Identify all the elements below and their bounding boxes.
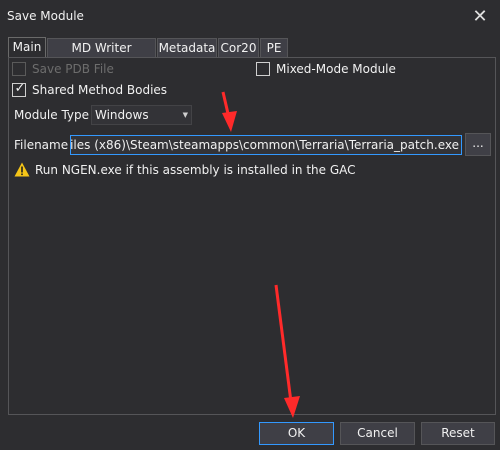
shared-method-bodies-checkbox[interactable]: ✓ (12, 81, 26, 97)
title-bar: Save Module ✕ (0, 0, 500, 32)
ok-button-label: OK (287, 426, 306, 440)
tab-pe[interactable]: PE (260, 38, 288, 57)
tab-main[interactable]: Main (8, 37, 46, 58)
module-type-label: Module Type (14, 108, 90, 122)
filename-input[interactable]: C:\Program Files (x86)\Steam\steamapps\c… (70, 135, 462, 155)
mixed-mode-label: Mixed-Mode Module (276, 62, 396, 76)
filename-label: Filename (14, 138, 69, 152)
module-type-select[interactable]: Windows ▼ (91, 105, 192, 125)
checkmark-icon: ✓ (14, 81, 26, 96)
reset-button[interactable]: Reset (421, 422, 495, 445)
filename-value: C:\Program Files (x86)\Steam\steamapps\c… (70, 138, 459, 152)
shared-method-bodies-label: Shared Method Bodies (32, 83, 168, 97)
save-pdb-label: Save PDB File (32, 62, 114, 76)
tab-md-writer-options[interactable]: MD Writer Options (47, 38, 156, 73)
module-type-value: Windows (95, 108, 149, 122)
tab-metadata[interactable]: Metadata (157, 38, 217, 57)
window-title: Save Module (7, 9, 84, 23)
ok-button[interactable]: OK (259, 422, 334, 445)
reset-button-label: Reset (441, 426, 475, 440)
browse-button[interactable]: ... (465, 133, 491, 156)
tab-cor20[interactable]: Cor20 (218, 38, 259, 57)
warning-text: Run NGEN.exe if this assembly is install… (35, 163, 356, 177)
close-button[interactable]: ✕ (460, 0, 500, 32)
save-pdb-checkbox[interactable] (12, 62, 26, 76)
cancel-button-label: Cancel (357, 426, 398, 440)
warning-icon (14, 162, 30, 177)
chevron-down-icon: ▼ (182, 111, 188, 119)
cancel-button[interactable]: Cancel (340, 422, 415, 445)
close-icon: ✕ (472, 5, 488, 27)
mixed-mode-checkbox[interactable] (256, 62, 270, 76)
